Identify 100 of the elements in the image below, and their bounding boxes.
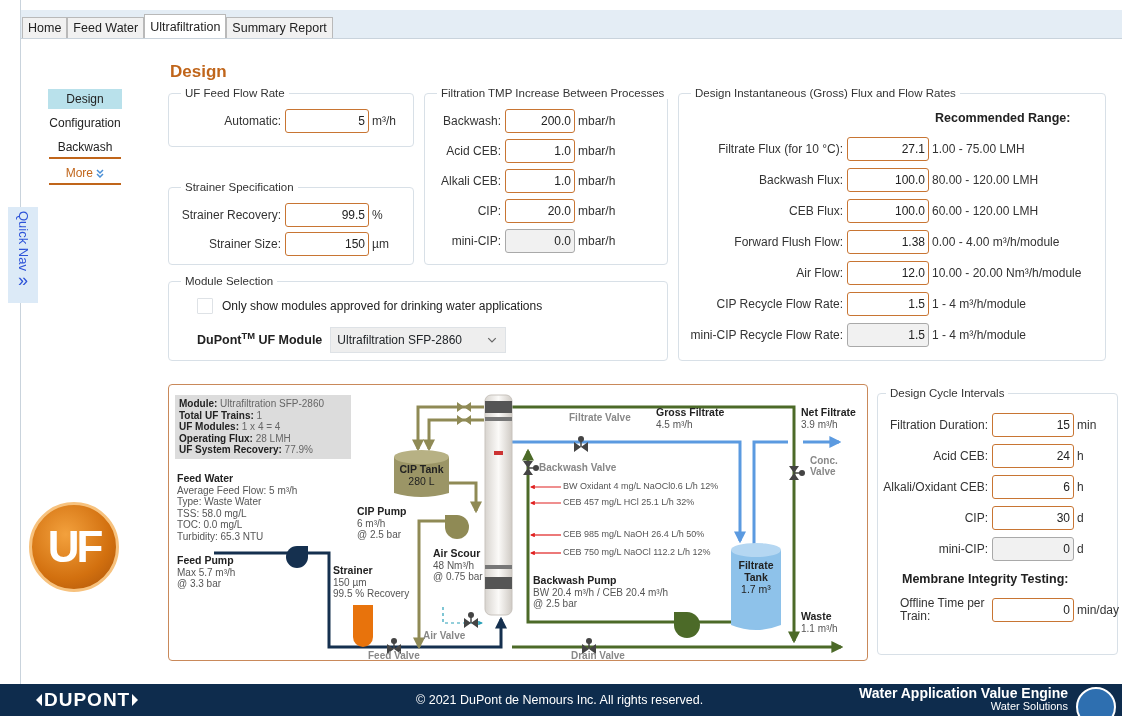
- field-label: Alkali/Oxidant CEB:: [882, 479, 989, 496]
- column-heading: Recommended Range:: [935, 110, 1072, 127]
- input-field[interactable]: 100.0: [847, 167, 929, 192]
- field-label: CIP:: [963, 510, 989, 527]
- group-title: Strainer Specification: [184, 181, 295, 193]
- tank-label: CIP Tank: [398, 463, 445, 475]
- diagram-text: Type: Waste Water: [177, 496, 263, 508]
- input-field[interactable]: 1.5: [847, 291, 929, 316]
- diagram-text: TSS: 58.0 mg/L: [177, 507, 248, 519]
- diagram-text: @ 2.5 bar: [357, 529, 403, 541]
- tab[interactable]: Home: [22, 17, 68, 38]
- double-chevron-icon: »: [18, 270, 28, 289]
- diagram-text: @ 0.75 bar: [433, 571, 483, 583]
- field-label: Filtrate Flux (for 10 °C):: [717, 140, 844, 158]
- input-field[interactable]: 15: [992, 413, 1074, 437]
- quick-nav-tab[interactable]: Quick Nav »: [8, 207, 38, 303]
- diagram-label: Net Filtrate: [801, 407, 856, 419]
- diagram-label: Waste: [801, 611, 833, 623]
- unit-label: d: [1076, 510, 1084, 527]
- input-field[interactable]: 6: [992, 475, 1074, 499]
- valve-label: Conc. Valve: [810, 455, 839, 477]
- field-label: Automatic:: [223, 113, 282, 130]
- summary-line: Module: Ultrafiltration SFP-2860: [179, 398, 326, 410]
- field-label: Backwash:: [441, 113, 502, 130]
- group-title: Design Instantaneous (Gross) Flux and Flow Rates: [694, 87, 957, 99]
- input-field[interactable]: 100.0: [847, 198, 929, 223]
- field-label: Acid CEB:: [932, 448, 989, 465]
- field-label: CEB Flux:: [788, 202, 844, 220]
- dosing-label: CEB 750 mg/L NaOCl 112.2 L/h 12%: [563, 547, 711, 558]
- section-heading: Membrane Integrity Testing:: [902, 571, 1070, 588]
- tab[interactable]: Ultrafiltration: [144, 14, 227, 38]
- app-name: Water Application Value Engine: [859, 687, 1068, 700]
- field-label: Offline Time per Train:: [899, 596, 986, 623]
- input-field[interactable]: 0: [992, 597, 1074, 622]
- diagram-text: 4.5 m³/h: [656, 418, 694, 430]
- input-field[interactable]: 24: [992, 444, 1074, 468]
- diagram-label: Feed Pump: [177, 555, 235, 567]
- nav-item[interactable]: Design: [48, 89, 122, 109]
- unit-label: 1 - 4 m³/h/module: [931, 326, 1027, 344]
- field-label: Backwash Flux:: [757, 171, 844, 189]
- group-title: Module Selection: [184, 275, 275, 287]
- summary-line: UF Modules: 1 x 4 = 4: [179, 421, 282, 433]
- section-title: Design: [170, 62, 228, 82]
- input-field[interactable]: 200.0: [505, 109, 575, 133]
- group-title: Filtration TMP Increase Between Processes: [440, 87, 666, 99]
- nav-item[interactable]: Configuration: [48, 113, 122, 133]
- field-label: mini-CIP:: [937, 541, 989, 558]
- field-label: Forward Flush Flow:: [733, 233, 844, 251]
- diagram-text: @ 2.5 bar: [533, 598, 579, 610]
- input-field[interactable]: 1.0: [505, 169, 575, 193]
- input-field[interactable]: 1.38: [847, 229, 929, 254]
- input-field[interactable]: 150: [285, 232, 369, 256]
- valve-label: Drain Valve: [571, 650, 625, 660]
- tank-label: Filtrate Tank: [737, 559, 775, 583]
- tab[interactable]: Feed Water: [67, 17, 145, 38]
- summary-line: Total UF Trains: 1: [179, 409, 264, 421]
- field-label: Acid CEB:: [445, 143, 502, 160]
- field-label: Strainer Recovery:: [180, 207, 282, 224]
- more-link[interactable]: More: [49, 163, 121, 185]
- unit-label: 0.00 - 4.00 m³/h/module: [931, 233, 1060, 251]
- input-field[interactable]: 27.1: [847, 136, 929, 161]
- summary-line: UF System Recovery: 77.9%: [179, 444, 314, 456]
- group-title: Design Cycle Intervals: [889, 387, 1006, 399]
- input-field[interactable]: 5: [285, 109, 369, 133]
- valve-label: Air Valve: [423, 630, 466, 641]
- dropdown[interactable]: Ultrafiltration SFP-2860: [330, 327, 507, 353]
- input-field[interactable]: 12.0: [847, 260, 929, 285]
- tab[interactable]: Summary Report: [226, 17, 333, 38]
- tank-text: 1.7 m³: [740, 583, 772, 595]
- field-label: Strainer Size:: [207, 236, 282, 253]
- valve-label: Backwash Valve: [539, 462, 617, 473]
- unit-label: mbar/h: [577, 203, 616, 220]
- diagram-text: 3.9 m³/h: [801, 418, 839, 430]
- unit-label: mbar/h: [577, 113, 616, 130]
- diagram-text: Average Feed Flow: 5 m³/h: [177, 484, 298, 496]
- input-field[interactable]: 99.5: [285, 203, 369, 227]
- checkbox-label: Only show modules approved for drinking water applications: [222, 298, 543, 315]
- unit-label: h: [1076, 448, 1084, 465]
- input-field[interactable]: 1.0: [505, 139, 575, 163]
- diagram-text: BW 20.4 m³/h / CEB 20.4 m³/h: [533, 586, 669, 598]
- unit-label: h: [1076, 479, 1084, 496]
- field-label: mini-CIP Recycle Flow Rate:: [689, 326, 844, 344]
- nav-item[interactable]: Backwash: [49, 137, 121, 159]
- field-label: mini-CIP:: [450, 233, 502, 250]
- field-label: CIP:: [476, 203, 502, 220]
- logo-text: DUPONT: [44, 687, 131, 712]
- valve-label: Filtrate Valve: [569, 412, 631, 423]
- unit-label: mbar/h: [577, 173, 616, 190]
- diagram-label: Strainer: [333, 565, 374, 577]
- field-label: CIP Recycle Flow Rate:: [715, 295, 844, 313]
- copyright-text: © 2021 DuPont de Nemours Inc. All rights reserved.: [416, 691, 704, 709]
- unit-label: mbar/h: [577, 233, 616, 250]
- dosing-label: CEB 457 mg/L HCl 25.1 L/h 32%: [563, 497, 695, 508]
- app-subtitle: Water Solutions: [989, 700, 1068, 713]
- input-field[interactable]: 20.0: [505, 199, 575, 223]
- diagram-label: Air Scour: [433, 548, 482, 560]
- diagram-text: 6 m³/h: [357, 517, 387, 529]
- diagram-text: 150 µm: [333, 576, 368, 588]
- diagram-text: Turbidity: 65.3 NTU: [177, 530, 265, 542]
- input-field[interactable]: 30: [992, 506, 1074, 530]
